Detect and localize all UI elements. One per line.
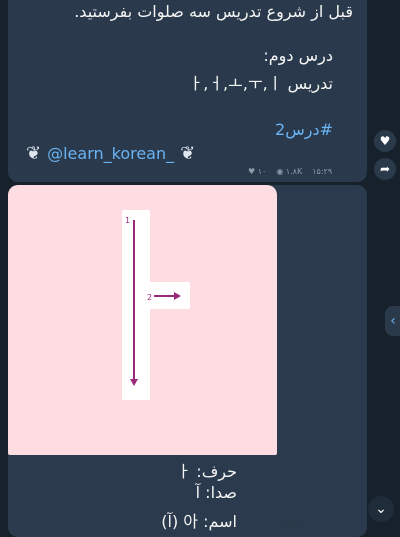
channel-link[interactable]: @learn_korean_	[47, 144, 174, 163]
chevron-down-icon[interactable]: ⌄	[368, 496, 394, 522]
stroke-1-label: 1	[125, 216, 130, 225]
stroke-2-label: 2	[147, 293, 152, 302]
message-bubble: قبل از شروع تدریس سه صلوات بفرستید. درس …	[8, 0, 367, 182]
caption-name: اسم: 아 (آ)	[161, 512, 237, 531]
hashtag-link[interactable]: #درس2	[275, 120, 333, 139]
caption-sound: صدا: آ	[195, 483, 237, 502]
message-actions: ♥ ➦	[374, 130, 396, 186]
message-text: قبل از شروع تدریس سه صلوات بفرستید.	[74, 2, 353, 21]
caption-letter: حرف: ㅏ	[176, 462, 237, 481]
message-meta: ♥ ۱۰ ◉ ۱.۸K ۱۵:۲۹	[248, 167, 332, 176]
message-time: ۱۵:۲۹	[312, 167, 333, 176]
ornament-icon: ❦	[26, 143, 42, 164]
ornament-icon: ❦	[180, 143, 196, 164]
lesson-letters: تدریس ㅏ,ㅓ,ㅗ,ㅜ,ㅣ	[188, 74, 333, 93]
stroke-diagram: 1 2	[122, 210, 190, 400]
vertical-stroke-bg	[122, 210, 150, 400]
lesson-title: درس دوم:	[263, 46, 333, 65]
chevron-left-icon[interactable]: ‹	[385, 306, 400, 336]
eye-icon: ◉	[276, 167, 284, 176]
message-bubble: 1 2 حرف: ㅏ صدا: آ اسم: 아 (آ)	[8, 185, 367, 537]
channel-signature: ❦ @learn_korean_ ❦	[26, 143, 195, 164]
heart-icon[interactable]: ♥	[374, 130, 396, 152]
letter-image[interactable]: 1 2	[8, 185, 277, 455]
view-count: ◉ ۱.۸K	[276, 167, 303, 176]
reaction-peek	[285, 520, 299, 528]
share-icon[interactable]: ➦	[374, 158, 396, 180]
like-count: ♥ ۱۰	[248, 167, 267, 176]
